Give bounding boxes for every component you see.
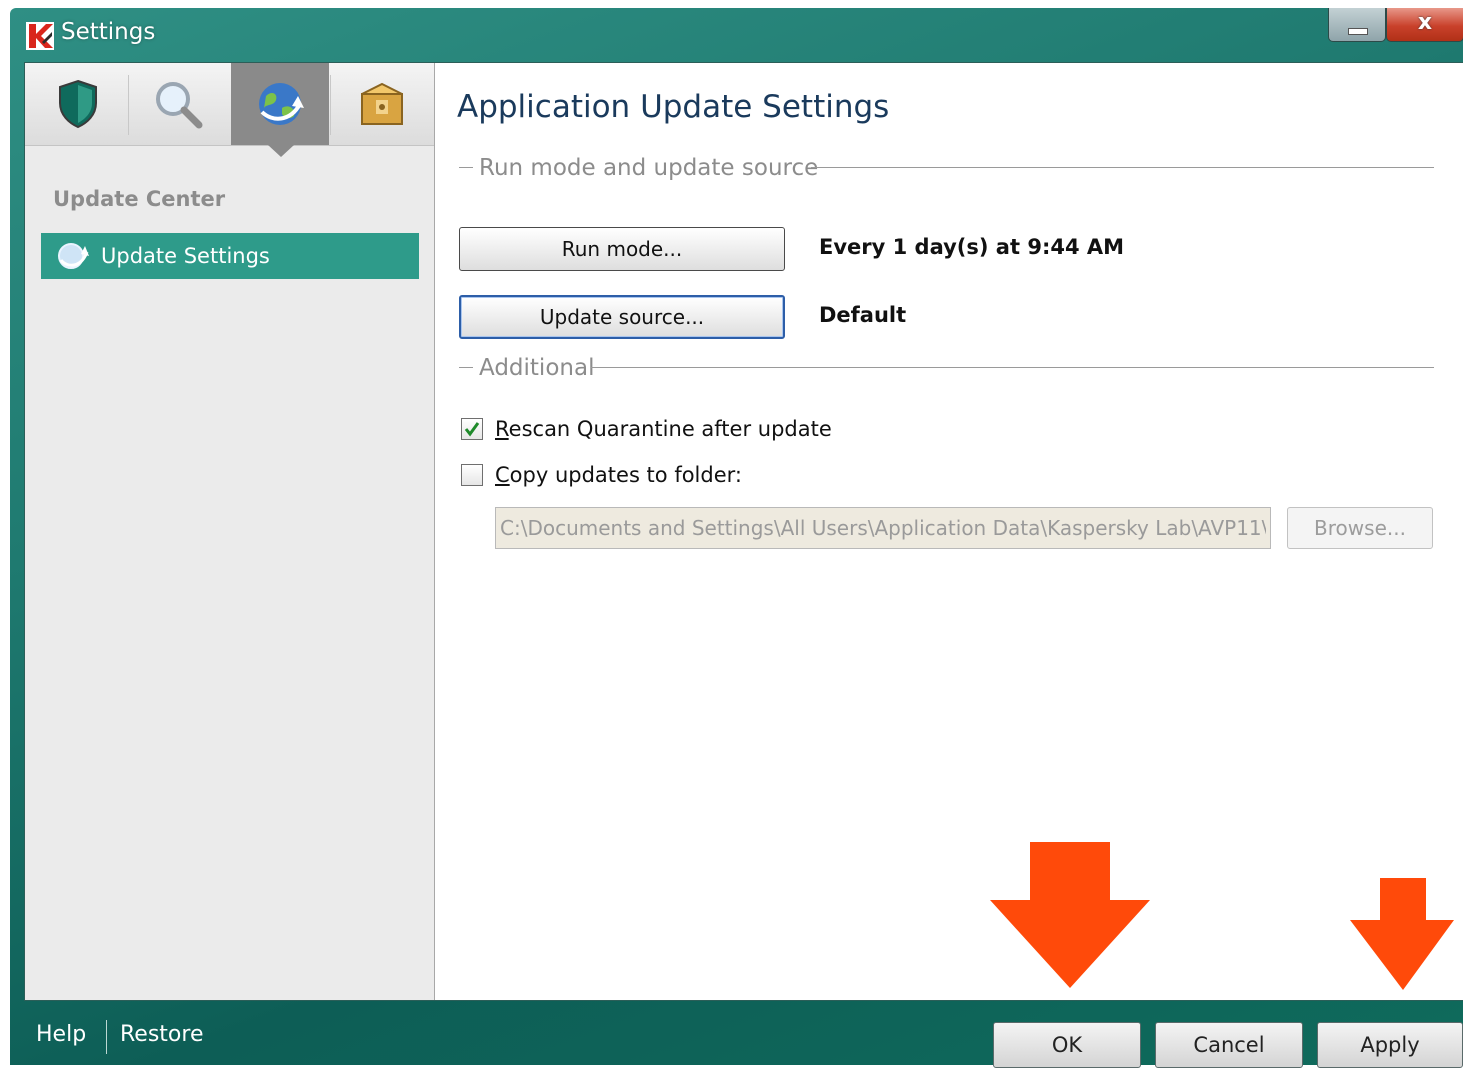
update-source-value: Default [819,303,907,327]
arrow-down-icon [990,842,1150,988]
shield-icon [59,79,97,129]
section-title: Update Center [53,187,226,211]
browse-button[interactable]: Browse... [1287,507,1433,549]
magnifier-icon [156,82,203,129]
box-gear-icon [361,82,403,125]
tab-update[interactable] [231,63,329,145]
footer-separator [106,1020,107,1054]
close-button[interactable]: x [1386,8,1463,42]
settings-window: Settings x Update Center Update Settings… [10,8,1463,1068]
globe-update-icon [259,83,304,125]
group-additional: Additional [459,355,1434,381]
copy-updates-option[interactable]: Copy updates to folder: [461,463,742,487]
group-dash [459,367,473,368]
close-icon: x [1417,10,1433,35]
run-mode-button[interactable]: Run mode... [459,227,785,271]
page-title: Application Update Settings [457,89,890,125]
category-tab-bar [25,63,434,146]
copy-updates-label: Copy updates to folder: [495,463,742,487]
tab-quarantine[interactable] [333,63,431,145]
group-line [811,167,1434,168]
group-line [591,367,1434,368]
settings-client-area: Update Center Update Settings Applicatio… [24,62,1463,1001]
update-globe-icon [58,243,89,269]
group-run-mode: Run mode and update source [459,155,1434,181]
kaspersky-logo-icon [26,22,54,50]
sidebar-item-label: Update Settings [101,244,270,268]
help-link[interactable]: Help [36,1022,86,1047]
tab-scan[interactable] [129,63,227,145]
rescan-checkbox[interactable] [461,418,483,440]
rescan-quarantine-option[interactable]: Rescan Quarantine after update [461,417,832,441]
group-label: Additional [479,355,599,381]
ok-button[interactable]: OK [993,1022,1141,1068]
tab-separator [330,75,331,135]
rescan-label: Rescan Quarantine after update [495,417,832,441]
sidebar: Update Center Update Settings [25,63,435,1000]
window-title: Settings [61,19,156,45]
run-mode-value: Every 1 day(s) at 9:44 AM [819,235,1125,259]
tab-protection[interactable] [29,63,127,145]
minimize-button[interactable] [1328,8,1386,42]
title-bar[interactable]: Settings x [10,8,1463,60]
main-panel: Application Update Settings Run mode and… [435,63,1463,1000]
sidebar-item-update-settings[interactable]: Update Settings [41,233,419,279]
folder-path-field[interactable] [495,507,1271,549]
cancel-button[interactable]: Cancel [1155,1022,1303,1068]
update-source-button[interactable]: Update source... [459,295,785,339]
apply-button[interactable]: Apply [1317,1022,1463,1068]
copy-updates-checkbox[interactable] [461,464,483,486]
restore-link[interactable]: Restore [120,1022,203,1047]
arrow-down-icon [1350,878,1454,990]
group-label: Run mode and update source [479,155,823,181]
checkmark-icon [464,422,480,437]
active-tab-pointer [268,145,294,157]
group-dash [459,167,473,168]
